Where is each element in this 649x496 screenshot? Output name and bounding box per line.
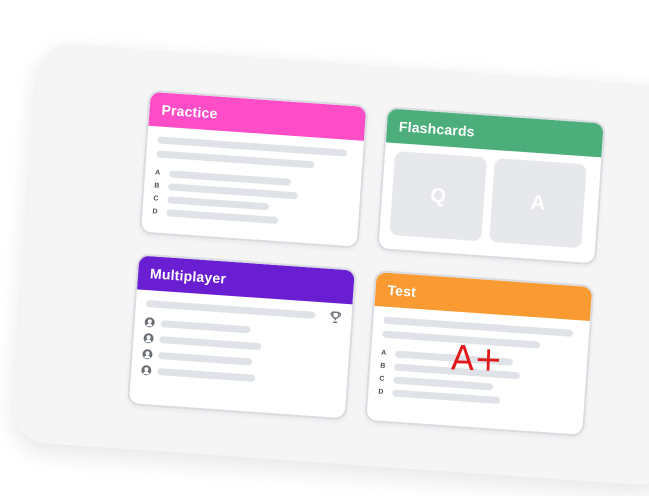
option-line — [167, 196, 270, 211]
option-letter: A — [154, 169, 161, 177]
multiplayer-card[interactable]: Multiplayer — [126, 253, 357, 421]
question-line — [156, 150, 315, 169]
user-icon — [143, 332, 154, 344]
option-line — [168, 170, 292, 186]
test-card[interactable]: Test A B C D A+ — [364, 269, 595, 437]
flashcard-back[interactable]: A — [489, 158, 587, 249]
player-name-line — [159, 335, 262, 350]
flashcard-front[interactable]: Q — [389, 151, 488, 242]
option-line — [392, 389, 501, 404]
flashcard-back-label: A — [530, 191, 546, 215]
flashcard-front-label: Q — [429, 184, 447, 208]
grade-mark: A+ — [450, 338, 504, 381]
option-letter: C — [379, 375, 385, 383]
user-icon — [141, 364, 152, 376]
player-name-line — [160, 319, 251, 333]
practice-title: Practice — [161, 101, 219, 122]
player-name-line — [157, 367, 256, 382]
user-icon — [142, 348, 153, 360]
option-letter: D — [378, 388, 384, 396]
option-letter: C — [153, 195, 159, 203]
option-line — [166, 209, 279, 225]
flashcards-body: Q A — [378, 142, 601, 265]
study-modes-board: Practice A B C D Flashcards Q A Multipla… — [12, 42, 649, 488]
option-letter: A — [380, 349, 387, 357]
flashcards-title: Flashcards — [398, 118, 476, 140]
test-title: Test — [386, 281, 417, 300]
practice-body: A B C D — [142, 126, 364, 230]
question-line — [145, 300, 316, 319]
practice-card[interactable]: Practice A B C D — [138, 89, 369, 249]
flashcards-card[interactable]: Flashcards Q A — [376, 106, 606, 266]
multiplayer-title: Multiplayer — [149, 265, 227, 287]
trophy-icon — [330, 311, 342, 324]
option-letter: B — [379, 362, 386, 370]
test-body: A B C D A+ — [368, 306, 590, 410]
option-letter: B — [154, 182, 160, 190]
multiplayer-body — [131, 289, 352, 389]
player-name-line — [158, 351, 253, 366]
user-icon — [144, 316, 156, 328]
option-letter: D — [152, 208, 158, 216]
